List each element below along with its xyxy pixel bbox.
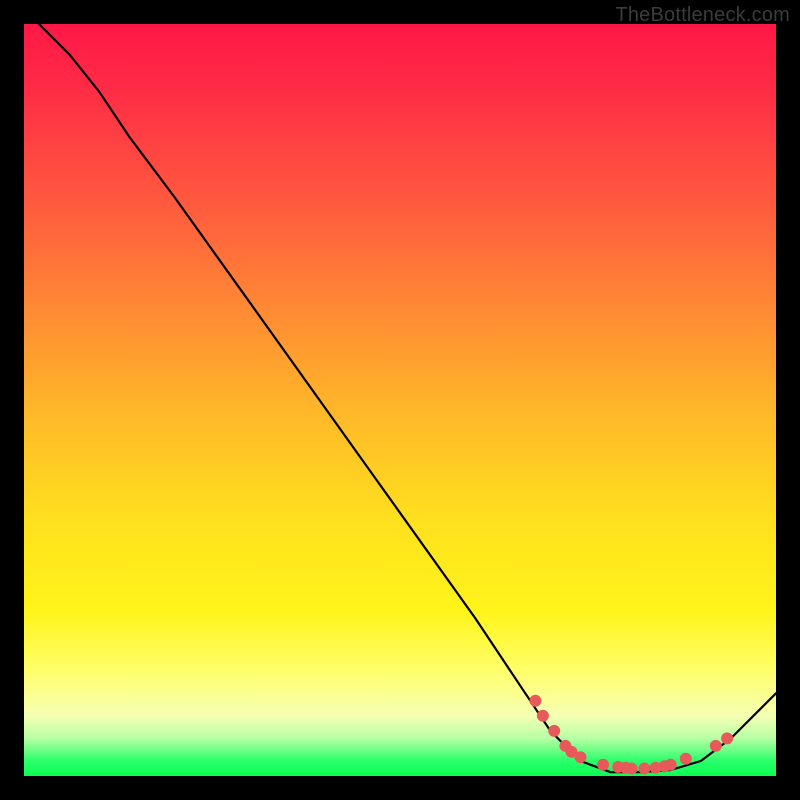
highlight-dots-group <box>529 695 733 775</box>
highlight-dot <box>548 725 560 737</box>
highlight-dot <box>680 753 692 765</box>
highlight-dot <box>575 751 587 763</box>
highlight-dot <box>710 740 722 752</box>
highlight-dot <box>721 732 733 744</box>
chart-svg <box>24 24 776 776</box>
highlight-dot <box>626 763 638 775</box>
highlight-dot <box>638 763 650 775</box>
highlight-dot <box>537 710 549 722</box>
plot-area <box>24 24 776 776</box>
watermark-text: TheBottleneck.com <box>615 4 790 27</box>
highlight-dot <box>597 759 609 771</box>
bottleneck-curve <box>39 24 776 772</box>
highlight-dot <box>665 759 677 771</box>
chart-container: TheBottleneck.com <box>0 0 800 800</box>
highlight-dot <box>529 695 541 707</box>
